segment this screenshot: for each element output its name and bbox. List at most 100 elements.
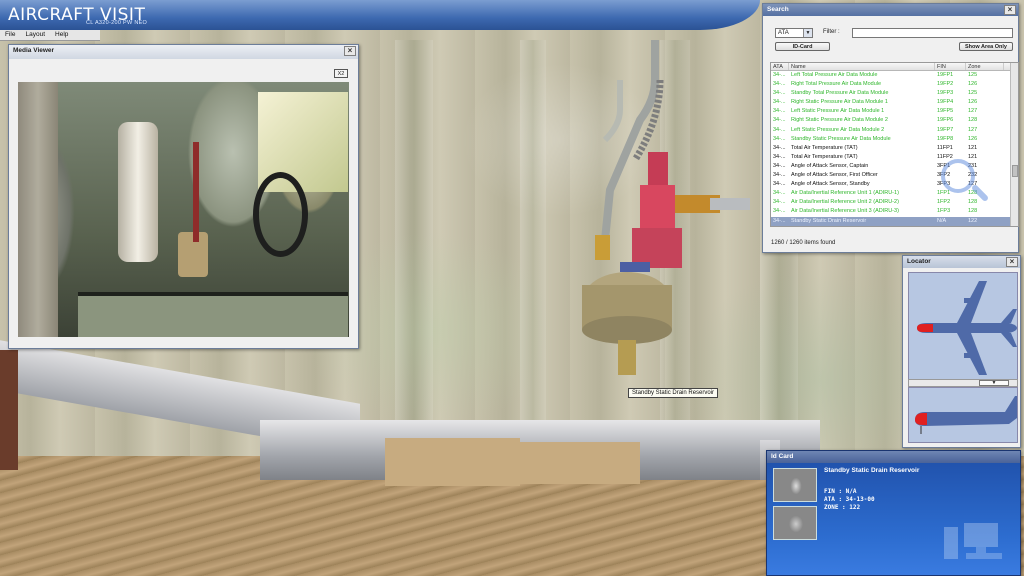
table-row[interactable]: 34-... Standby Static Pressure Air Data M… [771,135,1018,144]
cell-zone: 128 [968,208,978,215]
id-card-zone: ZONE : 122 [824,504,861,511]
id-card-button[interactable]: ID-Card [775,42,830,51]
results-table[interactable]: ATA Name FIN Zone 34-... Left Total Press… [770,62,1019,227]
items-found-count: 1260 / 1260 items found [771,240,836,246]
cell-ata: 34-... [773,199,786,206]
cell-ata: 34-... [773,135,786,142]
cell-ata: 34-... [773,117,786,124]
cell-fin: 19FP3 [937,90,954,97]
cell-ata: 34-... [773,90,786,97]
cell-ata: 34-... [773,190,786,197]
aircraft-top-view-icon [917,281,1017,375]
table-row[interactable]: 34-... Angle of Attack Sensor, First Offi… [771,171,1018,180]
locator-side-view[interactable] [908,387,1018,443]
cell-zone: 122 [968,217,978,224]
id-card-thumbnail-2[interactable] [773,506,817,540]
cell-ata: 34-... [773,162,786,169]
locator-slider[interactable]: ▼ [908,379,1018,387]
cell-name: Angle of Attack Sensor, First Officer [791,172,878,179]
cell-name: Angle of Attack Sensor, Captain [791,162,869,169]
cell-ata: 34-... [773,181,786,188]
cell-fin: 19FP2 [937,81,954,88]
cell-fin: 19FP8 [937,135,954,142]
cell-ata: 34-... [773,208,786,215]
table-row[interactable]: 34-... Total Air Temperature (TAT) 11FP2 12… [771,153,1018,162]
id-card-thumbnail-1[interactable] [773,468,817,502]
column-header-name[interactable]: Name [789,63,935,70]
id-card-fin: FIN : N/A [824,488,857,495]
column-header-ata[interactable]: ATA [771,63,789,70]
dropdown-caret-icon[interactable]: ▼ [803,29,812,37]
show-area-only-button[interactable]: Show Area Only [959,42,1013,51]
media-viewer-title: Media Viewer [13,47,55,54]
aircraft-model-label: CL A320-200 PW NEO [86,20,148,26]
cell-fin: 19FP7 [937,126,954,133]
cell-zone: 127 [968,126,978,133]
table-row[interactable]: 34-... Angle of Attack Sensor, Captain 3FP… [771,162,1018,171]
id-card-window[interactable]: Id Card Standby Static Drain Reservoir F… [766,450,1021,576]
id-card-details: FIN : N/A ATA : 34-13-00 ZONE : 122 [824,488,875,512]
cell-name: Total Air Temperature (TAT) [791,144,858,151]
cell-zone: 126 [968,99,978,106]
media-viewer-titlebar[interactable]: Media Viewer × [9,45,358,59]
results-scrollbar[interactable] [1010,63,1018,226]
table-row[interactable]: 34-... Air Data/Inertial Reference Unit 2… [771,198,1018,207]
close-icon[interactable]: × [1004,5,1016,15]
cell-name: Standby Static Drain Reservoir [791,217,867,224]
cell-zone: 121 [968,144,978,151]
cell-fin: 19FP5 [937,108,954,115]
table-row[interactable]: 34-... Angle of Attack Sensor, Standby 3FP… [771,180,1018,189]
brand-banner: AIRCRAFT VISIT CL A320-200 PW NEO [0,0,760,30]
cell-name: Total Air Temperature (TAT) [791,153,858,160]
column-header-fin[interactable]: FIN [935,63,966,70]
table-row[interactable]: 34-... Air Data/Inertial Reference Unit 3… [771,207,1018,216]
search-titlebar[interactable]: Search × [763,4,1018,16]
cell-fin: 11FP1 [937,144,953,151]
cell-fin: 19FP1 [937,72,954,78]
table-row[interactable]: 34-... Total Air Temperature (TAT) 11FP1 12… [771,144,1018,153]
zoom-x2-button[interactable]: X2 [334,69,348,78]
table-row[interactable]: 34-... Standby Static Drain Reservoir N/A 1… [771,216,1018,226]
filter-input[interactable] [852,28,1013,38]
table-row[interactable]: 34-... Left Static Pressure Air Data Modu… [771,107,1018,116]
table-row[interactable]: 34-... Right Static Pressure Air Data Mod… [771,116,1018,125]
table-row[interactable]: 34-... Standby Total Pressure Air Data Mo… [771,89,1018,98]
table-row[interactable]: 34-... Right Total Pressure Air Data Modu… [771,80,1018,89]
menu-help[interactable]: Help [50,30,73,40]
table-row[interactable]: 34-... Left Total Pressure Air Data Modul… [771,71,1018,80]
locator-top-view[interactable] [908,272,1018,382]
cell-name: Right Total Pressure Air Data Module [791,81,882,88]
menu-file[interactable]: File [0,30,20,40]
cell-name: Air Data/Inertial Reference Unit 2 (ADIR… [791,199,899,206]
cell-zone: 127 [968,108,978,115]
cell-name: Left Total Pressure Air Data Module [791,72,878,78]
drain-reservoir-model[interactable] [560,40,780,400]
chevron-down-icon[interactable]: ▼ [979,380,1009,386]
cell-name: Standby Static Pressure Air Data Module [791,135,891,142]
menu-layout[interactable]: Layout [20,30,50,40]
id-card-title: Id Card [771,453,794,460]
results-rows: 34-... Left Total Pressure Air Data Modul… [771,71,1018,226]
cell-name: Air Data/Inertial Reference Unit 1 (ADIR… [791,190,899,197]
id-card-component-name: Standby Static Drain Reservoir [824,467,920,474]
locator-titlebar[interactable]: Locator × [903,256,1020,268]
close-icon[interactable]: × [1006,257,1018,267]
table-row[interactable]: 34-... Left Static Pressure Air Data Modu… [771,126,1018,135]
magnifier-icon [941,159,975,193]
cell-zone: 121 [968,153,978,160]
cell-ata: 34-... [773,153,786,160]
media-viewer-window[interactable]: Media Viewer × X2 [8,44,359,349]
table-row[interactable]: 34-... Right Static Pressure Air Data Mod… [771,98,1018,107]
cell-name: Standby Total Pressure Air Data Module [791,90,889,97]
scrollbar-thumb[interactable] [1012,165,1018,177]
id-card-ata: ATA : 34-13-00 [824,496,875,503]
id-card-titlebar[interactable]: Id Card [767,451,1020,463]
category-select[interactable]: ATA ▼ [775,28,813,38]
search-window[interactable]: Search × ATA ▼ Filter : ID-Card Show Are… [762,3,1019,253]
aircraft-side-view-icon [915,396,1017,434]
locator-window[interactable]: Locator × ▼ [902,255,1021,448]
computer-icon [944,523,1002,559]
column-header-zone[interactable]: Zone [966,63,1004,70]
cell-zone: 128 [968,117,978,124]
close-icon[interactable]: × [344,46,356,56]
